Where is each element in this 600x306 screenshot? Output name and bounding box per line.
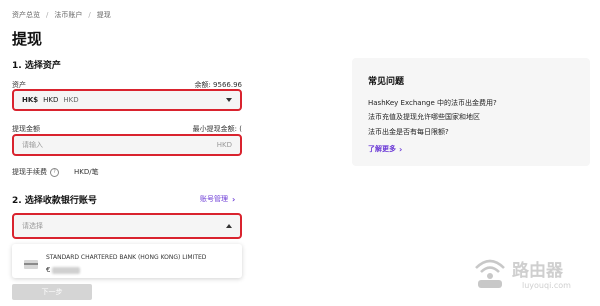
masked-account-number <box>52 266 81 274</box>
account-prefix: € <box>46 266 51 274</box>
amount-unit: HKD <box>216 141 232 149</box>
asset-symbol: HK$ <box>22 96 39 104</box>
watermark-text: 路由器 <box>512 261 563 281</box>
chevron-down-icon <box>226 98 232 102</box>
breadcrumb-separator: / <box>46 11 49 19</box>
account-manage-link[interactable]: 账号管理 › <box>200 194 235 204</box>
breadcrumb-separator: / <box>88 11 91 19</box>
min-amount-label: 最小提现金额: ( <box>192 125 242 133</box>
fee-value: HKD/笔 <box>74 168 99 176</box>
learn-more-label: 了解更多 <box>368 145 396 153</box>
next-button[interactable]: 下一步 <box>12 284 92 300</box>
step2-title: 2. 选择收款银行账号 <box>12 196 97 206</box>
chevron-right-icon: › <box>399 144 403 154</box>
faq-question[interactable]: 法币出金是否有每日限额? <box>368 127 449 137</box>
bank-select-placeholder: 请选择 <box>22 222 43 230</box>
amount-label: 提现金额 <box>12 125 40 133</box>
breadcrumb-item-assets[interactable]: 资产总览 <box>12 10 40 20</box>
fee-label: 提现手续费 <box>12 168 47 176</box>
faq-question[interactable]: 法币充值及提现允许哪些国家和地区 <box>368 112 480 122</box>
page-title: 提现 <box>12 30 43 48</box>
asset-code: HKD <box>43 96 59 104</box>
faq-panel: 常见问题 HashKey Exchange 中的法币出金费用? 法币充值及提现允… <box>352 58 590 166</box>
chevron-up-icon <box>226 224 232 228</box>
breadcrumb-item-fiat[interactable]: 法币账户 <box>54 10 82 20</box>
watermark-logo: 路由器 luyouqi.com <box>470 250 595 298</box>
learn-more-link[interactable]: 了解更多 › <box>368 144 402 154</box>
chevron-right-icon: › <box>232 194 236 204</box>
amount-input[interactable]: 请输入 HKD <box>12 134 242 156</box>
faq-question[interactable]: HashKey Exchange 中的法币出金费用? <box>368 98 497 108</box>
bank-card-icon <box>24 260 38 269</box>
step1-title: 1. 选择资产 <box>12 61 61 71</box>
breadcrumb-item-current: 提现 <box>96 11 111 19</box>
fee-row: 提现手续费 ? <box>12 167 59 177</box>
help-icon[interactable]: ? <box>50 167 59 177</box>
account-manage-label: 账号管理 <box>200 195 228 203</box>
watermark-url: luyouqi.com <box>522 281 571 290</box>
bank-account-number: € <box>46 266 81 274</box>
amount-placeholder: 请输入 <box>22 141 43 149</box>
breadcrumb: 资产总览 / 法币账户 / 提现 <box>12 10 111 20</box>
asset-select[interactable]: HK$ HKD HKD <box>12 89 242 111</box>
asset-name: HKD <box>63 96 79 104</box>
bank-account-option[interactable]: STANDARD CHARTERED BANK (HONG KONG) LIMI… <box>46 254 206 261</box>
bank-account-dropdown: STANDARD CHARTERED BANK (HONG KONG) LIMI… <box>12 244 242 278</box>
bank-account-select[interactable]: 请选择 <box>12 213 242 239</box>
faq-title: 常见问题 <box>368 77 405 87</box>
